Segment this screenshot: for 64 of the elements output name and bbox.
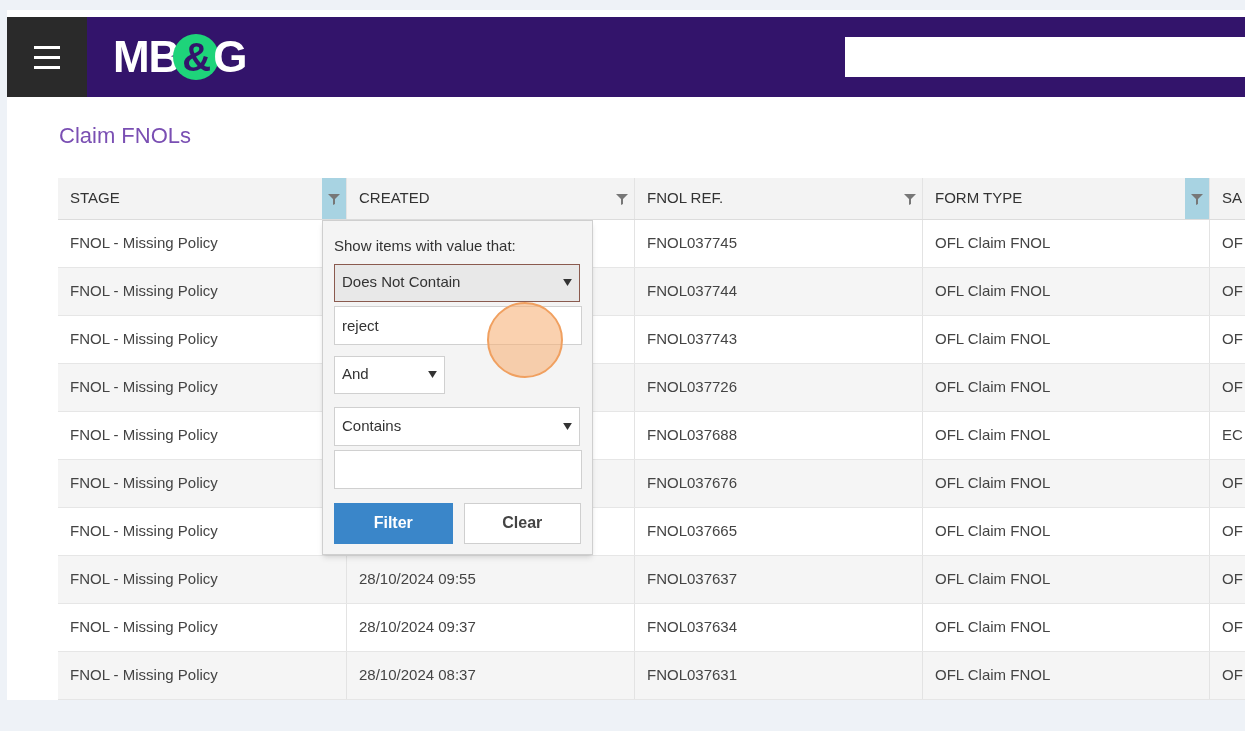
table-cell-text: OFL Claim FNOL: [935, 329, 1051, 350]
table-cell-text: FNOL037634: [647, 617, 738, 638]
table-cell-text: FNOL - Missing Policy: [70, 233, 218, 254]
table-cell-text: 28/10/2024 08:37: [359, 665, 476, 686]
table-cell-text: FNOL - Missing Policy: [70, 521, 218, 542]
clear-button[interactable]: Clear: [463, 502, 581, 544]
dropdown[interactable]: And: [334, 355, 445, 394]
table-cell-text: FNOL037676: [647, 473, 738, 494]
table-cell-text: FNOL - Missing Policy: [70, 617, 218, 638]
column-header[interactable]: CREATED: [347, 178, 610, 219]
table-cell-text: EC: [1222, 425, 1243, 446]
caret-icon: [563, 279, 572, 286]
table-cell-text: FNOL037665: [647, 521, 738, 542]
table-cell-text: OF: [1222, 329, 1243, 350]
caret-icon: [563, 422, 572, 430]
filter-prompt: Show items with value that:: [334, 236, 517, 256]
column-header[interactable]: FNOL REF.: [635, 178, 898, 219]
table-cell-text: OFL Claim FNOL: [935, 521, 1051, 542]
column-header[interactable]: SA: [1210, 178, 1245, 219]
input-field[interactable]: reject: [334, 305, 582, 345]
table-cell-text: OFL Claim FNOL: [935, 281, 1051, 302]
table-cell-text: FNOL - Missing Policy: [70, 281, 218, 302]
table-cell-text: FNOL037744: [647, 281, 738, 302]
input-field[interactable]: [334, 449, 582, 489]
search-field[interactable]: [845, 37, 1245, 77]
table-cell-text: OFL Claim FNOL: [935, 569, 1051, 590]
filter-icon[interactable]: [1185, 178, 1209, 219]
table-cell-text: FNOL - Missing Policy: [70, 665, 218, 686]
table-cell-text: OFL Claim FNOL: [935, 473, 1051, 494]
table-cell-text: FNOL - Missing Policy: [70, 473, 218, 494]
table-cell-text: 28/10/2024 09:55: [359, 569, 476, 590]
column-header[interactable]: STAGE: [58, 178, 322, 219]
table-cell-text: FNOL037631: [647, 665, 738, 686]
table-cell-text: FNOL - Missing Policy: [70, 377, 218, 398]
column-header[interactable]: FORM TYPE: [923, 178, 1185, 219]
menu-icon[interactable]: [7, 17, 87, 97]
table-cell-text: FNOL - Missing Policy: [70, 329, 218, 350]
table-cell-text: OF: [1222, 569, 1243, 590]
table-cell-text: OF: [1222, 617, 1243, 638]
table-cell-text: OF: [1222, 665, 1243, 686]
table-cell-text: FNOL037688: [647, 425, 738, 446]
table-cell-text: FNOL - Missing Policy: [70, 569, 218, 590]
table-cell-text: OFL Claim FNOL: [935, 617, 1051, 638]
dropdown[interactable]: Contains: [334, 406, 580, 446]
table-cell-text: 28/10/2024 09:37: [359, 617, 476, 638]
page-title: Claim FNOLs: [59, 122, 192, 150]
table-cell-text: OFL Claim FNOL: [935, 665, 1051, 686]
filter-icon[interactable]: [322, 178, 346, 219]
table-cell-text: OF: [1222, 473, 1243, 494]
caret-icon: [428, 371, 437, 378]
table-cell-text: OF: [1222, 281, 1243, 302]
table-cell-text: FNOL037745: [647, 233, 738, 254]
table-cell-text: FNOL037637: [647, 569, 738, 590]
table-cell-text: FNOL037726: [647, 377, 738, 398]
table-cell-text: OF: [1222, 521, 1243, 542]
table-cell-text: FNOL - Missing Policy: [70, 425, 218, 446]
table-cell-text: FNOL037743: [647, 329, 738, 350]
table-cell-text: OF: [1222, 233, 1243, 254]
table-cell-text: OF: [1222, 377, 1243, 398]
filter-button[interactable]: Filter: [334, 502, 453, 544]
table-cell-text: OFL Claim FNOL: [935, 377, 1051, 398]
dropdown[interactable]: Does Not Contain: [334, 263, 580, 302]
table-cell-text: OFL Claim FNOL: [935, 233, 1051, 254]
table-cell-text: OFL Claim FNOL: [935, 425, 1051, 446]
